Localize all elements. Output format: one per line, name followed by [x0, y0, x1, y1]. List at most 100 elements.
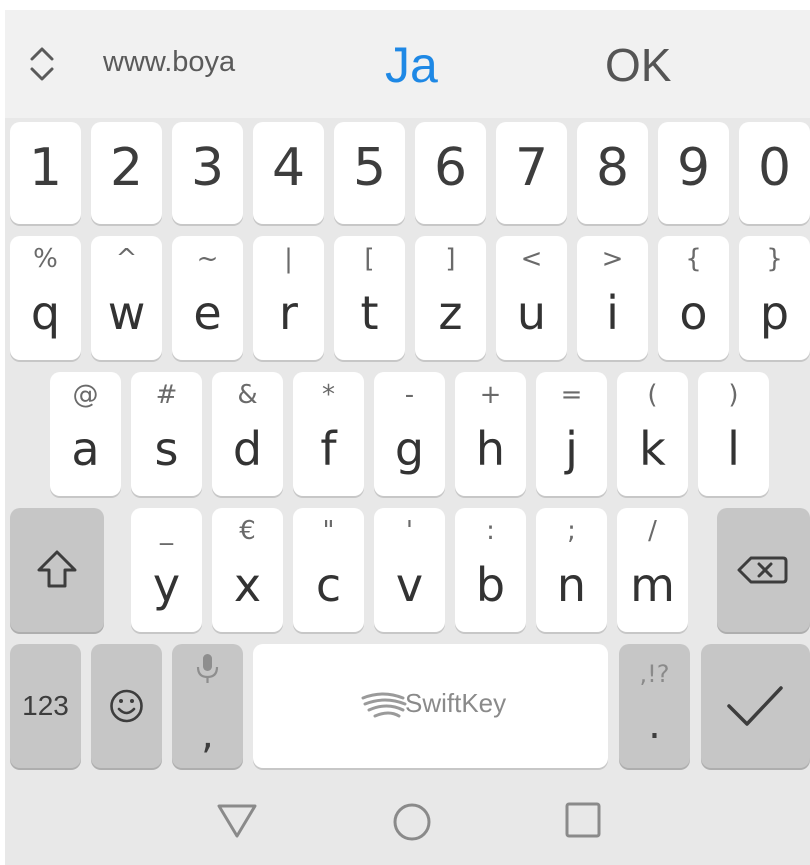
key-f[interactable]: * f	[293, 372, 364, 496]
key-label: s	[154, 422, 179, 476]
key-label: h	[475, 422, 506, 476]
key-label: r	[279, 286, 298, 340]
key-secondary-label: :	[486, 516, 495, 546]
key-secondary-label: +	[479, 380, 502, 410]
key-label: x	[233, 558, 262, 612]
key-secondary-label: {	[685, 244, 702, 274]
key-o[interactable]: {o	[658, 236, 729, 360]
keyboard: www.boya Ja OK 1 2 3 4 5 6 7 8 9 0 % q ^ w…	[5, 10, 810, 865]
key-label: m	[630, 558, 675, 612]
key-u[interactable]: < u	[496, 236, 567, 360]
key-label: c	[315, 558, 342, 612]
key-label: q	[30, 286, 61, 340]
key-h[interactable]: + h	[455, 372, 526, 496]
key-label: 6	[433, 138, 468, 198]
comma-key[interactable]: ,	[172, 644, 243, 768]
key-2[interactable]: 2	[91, 122, 162, 224]
key-secondary-label: _	[160, 516, 173, 546]
key-y[interactable]: _ y	[131, 508, 202, 632]
key-label: y	[152, 558, 181, 612]
period-key-label: .	[648, 702, 661, 748]
key-v[interactable]: ' v	[374, 508, 445, 632]
key-5[interactable]: 5	[334, 122, 405, 224]
key-j[interactable]: = j	[536, 372, 607, 496]
key-r[interactable]: | r	[253, 236, 324, 360]
expand-collapse-icon[interactable]	[25, 40, 59, 88]
nav-home-icon[interactable]	[390, 800, 434, 844]
numbers-key-label: 123	[22, 690, 69, 721]
key-x[interactable]: € x	[212, 508, 283, 632]
key-w[interactable]: ^ w	[91, 236, 162, 360]
shift-key[interactable]	[10, 508, 104, 632]
emoji-key[interactable]	[91, 644, 162, 768]
nav-recents-icon[interactable]	[563, 800, 603, 840]
key-label: 9	[676, 138, 711, 198]
key-label: z	[438, 286, 463, 340]
key-b[interactable]: :b	[455, 508, 526, 632]
key-m[interactable]: / m	[617, 508, 688, 632]
key-secondary-label: -	[404, 380, 415, 410]
key-label: o	[679, 286, 708, 340]
key-g[interactable]: -g	[374, 372, 445, 496]
key-d[interactable]: & d	[212, 372, 283, 496]
key-secondary-label: (	[647, 380, 658, 410]
key-l[interactable]: ) l	[698, 372, 769, 496]
key-q[interactable]: % q	[10, 236, 81, 360]
nav-back-icon[interactable]	[215, 800, 259, 840]
enter-key[interactable]	[701, 644, 810, 768]
key-secondary-label: '	[405, 516, 414, 546]
key-9[interactable]: 9	[658, 122, 729, 224]
suggestion-bar: www.boya Ja OK	[5, 10, 810, 118]
key-secondary-label: ;	[567, 516, 576, 546]
key-label: n	[556, 558, 587, 612]
backspace-key[interactable]	[717, 508, 810, 632]
key-1[interactable]: 1	[10, 122, 81, 224]
key-secondary-label: )	[728, 380, 739, 410]
key-label: b	[475, 558, 506, 612]
key-e[interactable]: ~ e	[172, 236, 243, 360]
key-4[interactable]: 4	[253, 122, 324, 224]
key-label: 4	[271, 138, 306, 198]
period-key-secondary-label: ,!?	[639, 660, 670, 688]
suggestion-middle[interactable]: Ja	[385, 36, 438, 94]
key-secondary-label: €	[239, 516, 256, 546]
key-label: 7	[514, 138, 549, 198]
period-key[interactable]: ,!? .	[619, 644, 690, 768]
key-label: 0	[757, 138, 792, 198]
key-secondary-label: &	[237, 380, 258, 410]
key-secondary-label: |	[284, 244, 293, 274]
key-secondary-label: /	[648, 516, 657, 546]
checkmark-icon	[727, 686, 783, 726]
key-label: l	[727, 422, 740, 476]
key-a[interactable]: @ a	[50, 372, 121, 496]
key-6[interactable]: 6	[415, 122, 486, 224]
suggestion-left[interactable]: www.boya	[103, 46, 235, 79]
key-8[interactable]: 8	[577, 122, 648, 224]
key-label: 3	[190, 138, 225, 198]
space-key[interactable]: SwiftKey	[253, 644, 608, 768]
key-label: i	[606, 286, 619, 340]
key-label: u	[516, 286, 547, 340]
key-t[interactable]: [t	[334, 236, 405, 360]
key-c[interactable]: " c	[293, 508, 364, 632]
key-n[interactable]: ; n	[536, 508, 607, 632]
key-secondary-label: *	[322, 380, 335, 410]
key-0[interactable]: 0	[739, 122, 810, 224]
numbers-key[interactable]: 123	[10, 644, 81, 768]
key-k[interactable]: (k	[617, 372, 688, 496]
key-7[interactable]: 7	[496, 122, 567, 224]
key-secondary-label: >	[601, 244, 624, 274]
key-secondary-label: }	[766, 244, 783, 274]
key-label: 2	[109, 138, 144, 198]
key-s[interactable]: # s	[131, 372, 202, 496]
backspace-icon	[737, 556, 788, 584]
key-p[interactable]: } p	[739, 236, 810, 360]
key-3[interactable]: 3	[172, 122, 243, 224]
key-z[interactable]: ] z	[415, 236, 486, 360]
key-secondary-label: "	[322, 516, 335, 546]
key-label: p	[759, 286, 790, 340]
key-label: w	[107, 286, 146, 340]
key-i[interactable]: > i	[577, 236, 648, 360]
suggestion-right[interactable]: OK	[605, 38, 671, 92]
key-label: g	[394, 422, 425, 476]
